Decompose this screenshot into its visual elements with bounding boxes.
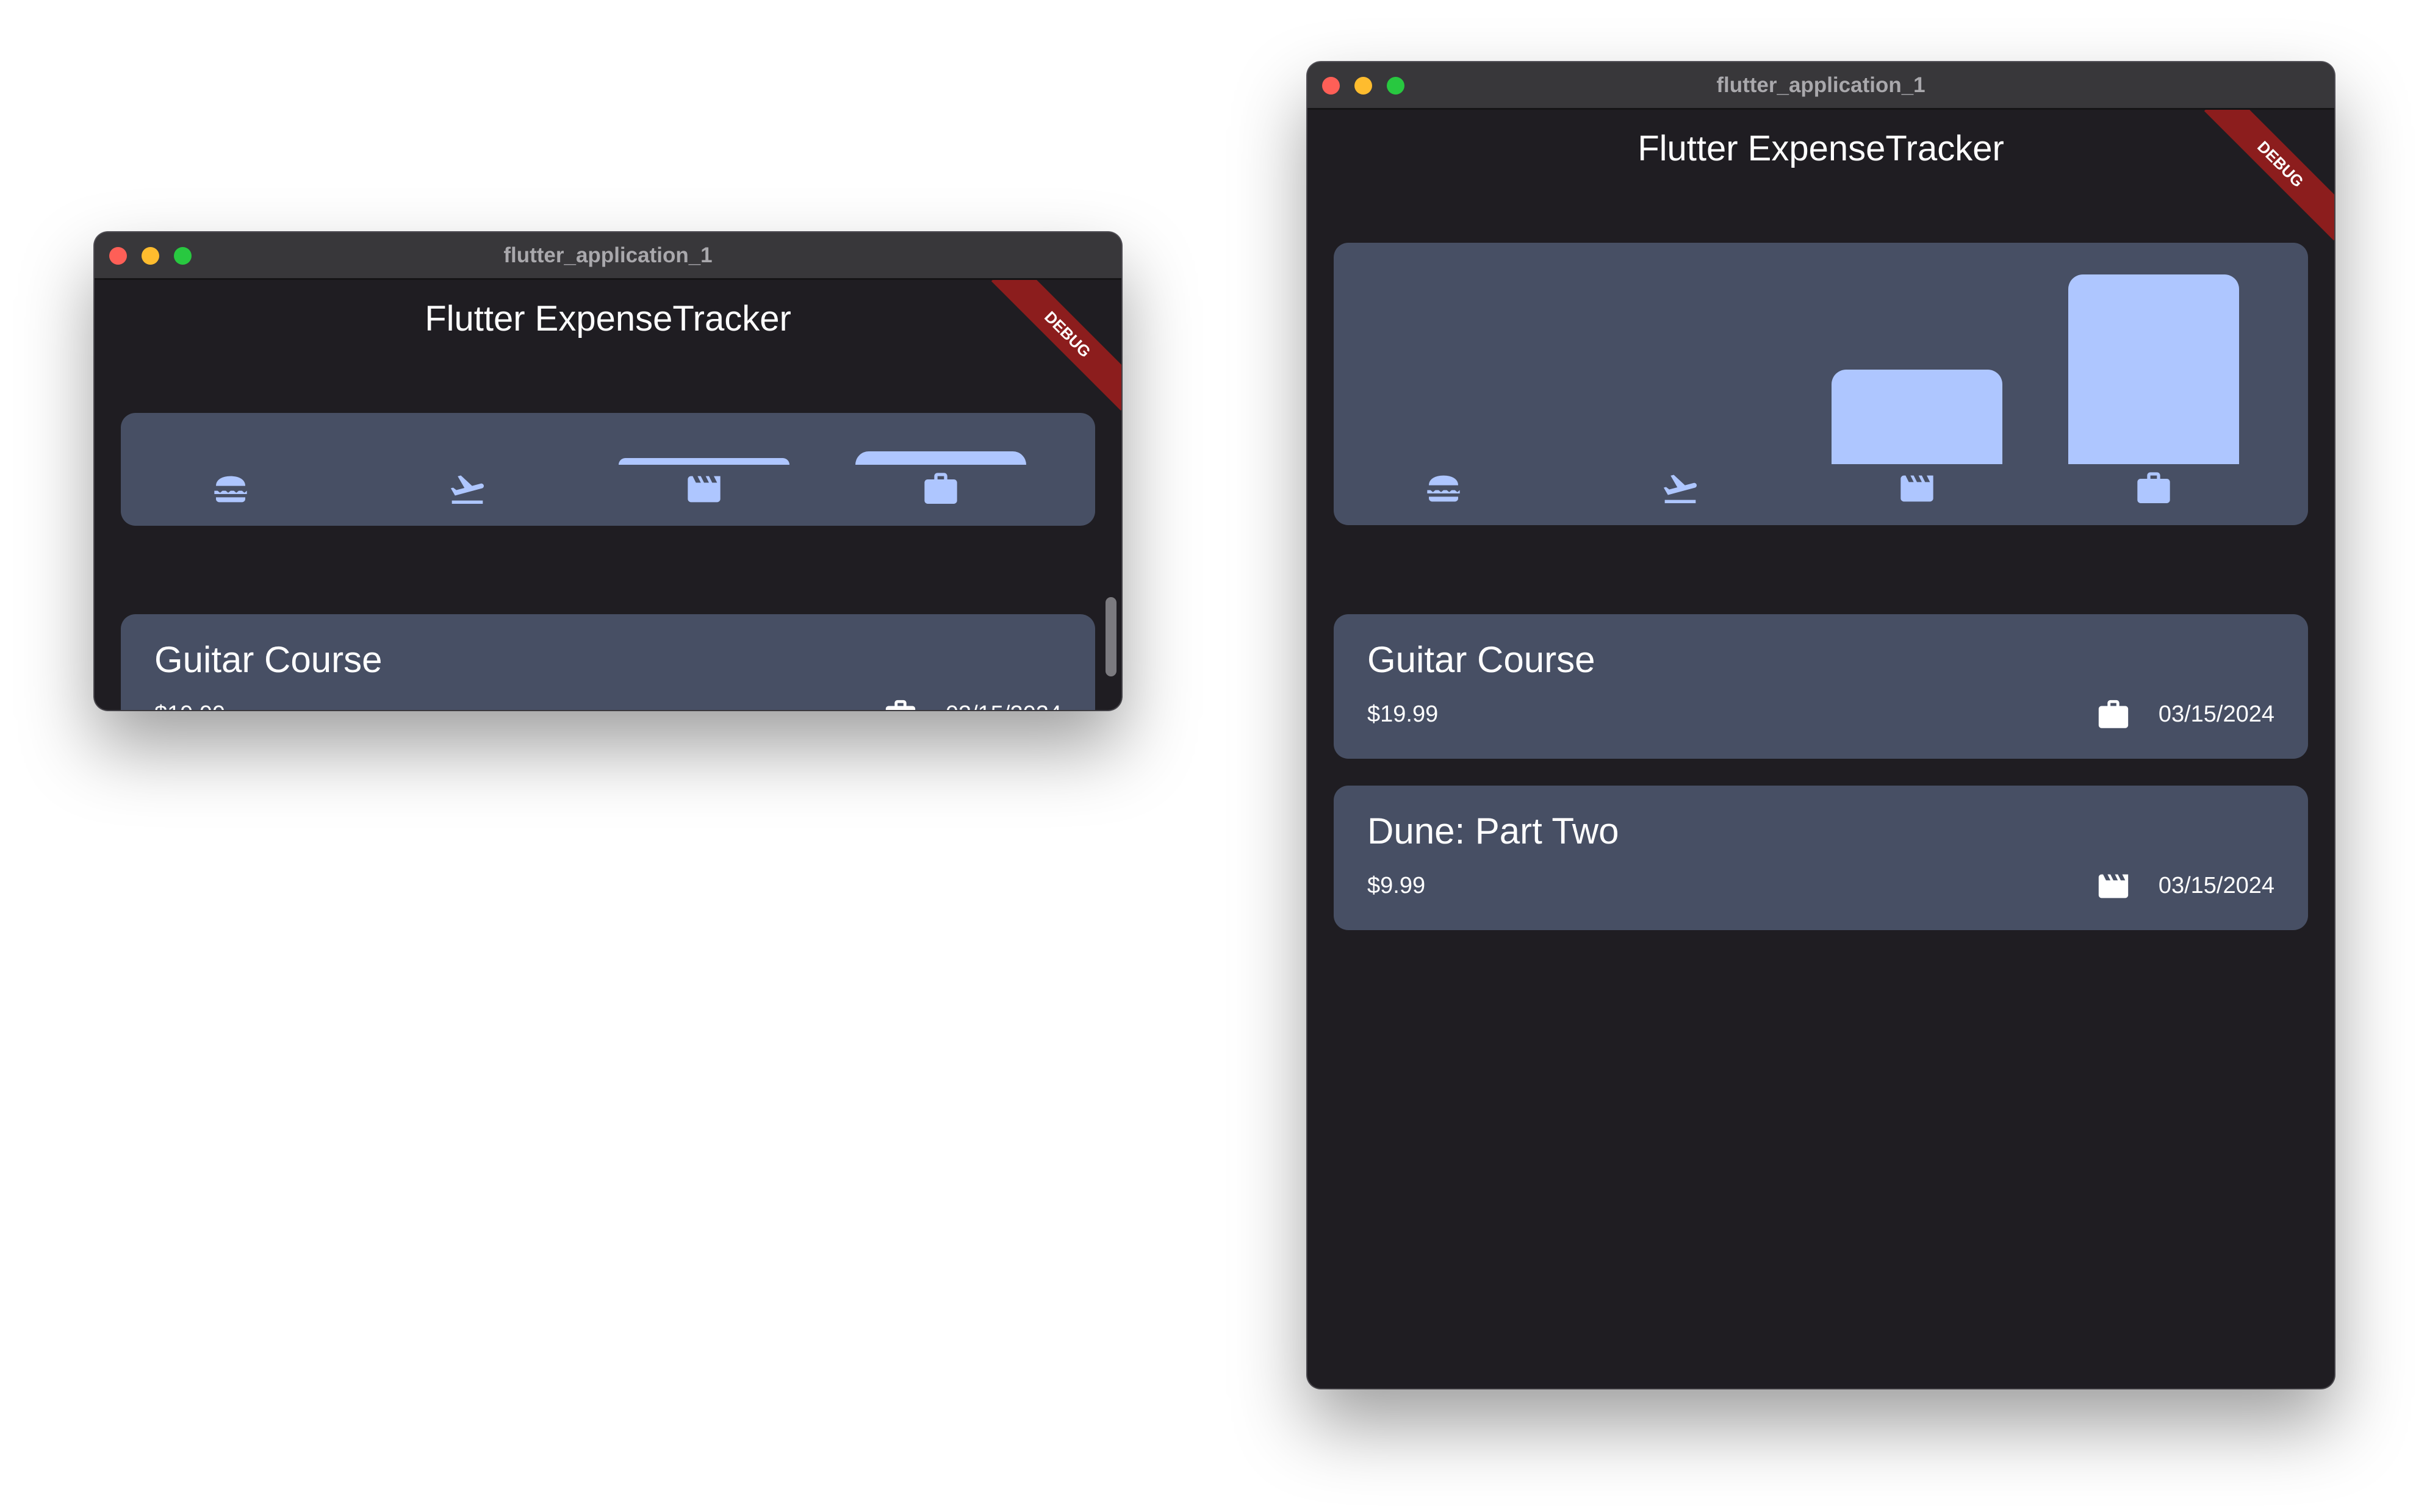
chart-bars — [145, 445, 1071, 465]
chart-bar — [855, 451, 1026, 465]
bar-column-work — [855, 445, 1026, 465]
expense-chart — [121, 413, 1095, 526]
bar-column-travel — [382, 445, 553, 465]
hamburger-icon — [214, 476, 247, 503]
bar-column-travel — [1595, 274, 1766, 464]
app-content: DEBUG Flutter ExpenseTracker Guitar Cour… — [1307, 110, 2334, 1388]
expense-item-guitar-course[interactable]: Guitar Course $19.99 03/15/2024 — [121, 614, 1095, 710]
title-bar[interactable]: flutter_application_1 — [1307, 62, 2334, 110]
chart-bar — [619, 458, 789, 465]
app-bar-title: Flutter ExpenseTracker — [425, 299, 791, 339]
chart-bars — [1358, 274, 2284, 464]
chart-bar — [1832, 369, 2002, 464]
expense-title: Guitar Course — [154, 639, 383, 680]
expense-item-dune-part-two[interactable]: Dune: Part Two $9.99 03/15/2024 — [1334, 786, 2308, 930]
expense-date: 03/15/2024 — [2158, 873, 2274, 898]
expense-date: 03/15/2024 — [2158, 701, 2274, 727]
expense-date: 03/15/2024 — [946, 701, 1062, 710]
expense-amount: $19.99 — [154, 701, 225, 710]
work-briefcase-icon — [924, 473, 957, 504]
chart-bar — [2068, 274, 2239, 464]
bar-column-food — [145, 445, 316, 465]
work-briefcase-icon — [2137, 472, 2170, 503]
expense-title: Guitar Course — [1367, 639, 1595, 680]
expense-chart — [1334, 243, 2308, 525]
expense-amount: $9.99 — [1367, 873, 1426, 898]
flight-takeoff-icon — [1663, 475, 1697, 503]
flight-takeoff-icon — [450, 475, 484, 504]
movie-icon — [688, 476, 721, 503]
bar-column-leisure — [1832, 274, 2002, 464]
window-title: flutter_application_1 — [1716, 73, 1925, 97]
bar-column-work — [2068, 274, 2239, 464]
work-briefcase-icon — [2098, 700, 2129, 728]
title-bar[interactable]: flutter_application_1 — [95, 232, 1121, 280]
app-window-small: flutter_application_1 DEBUG Flutter Expe… — [95, 232, 1121, 710]
expense-title: Dune: Part Two — [1367, 811, 1619, 851]
app-bar-title: Flutter ExpenseTracker — [1638, 129, 2004, 168]
app-window-large: flutter_application_1 DEBUG Flutter Expe… — [1307, 62, 2334, 1388]
hamburger-icon — [1427, 475, 1460, 502]
scrollbar-thumb[interactable] — [1106, 597, 1116, 676]
work-briefcase-icon — [885, 700, 916, 710]
window-title: flutter_application_1 — [503, 243, 713, 267]
movie-icon — [2098, 874, 2129, 898]
movie-icon — [1900, 475, 1933, 502]
bar-column-leisure — [619, 445, 789, 465]
bar-column-food — [1358, 274, 1529, 464]
app-content: DEBUG Flutter ExpenseTracker Guitar Cour… — [95, 280, 1121, 710]
expense-amount: $19.99 — [1367, 701, 1439, 727]
expense-item-guitar-course[interactable]: Guitar Course $19.99 03/15/2024 — [1334, 614, 2308, 759]
